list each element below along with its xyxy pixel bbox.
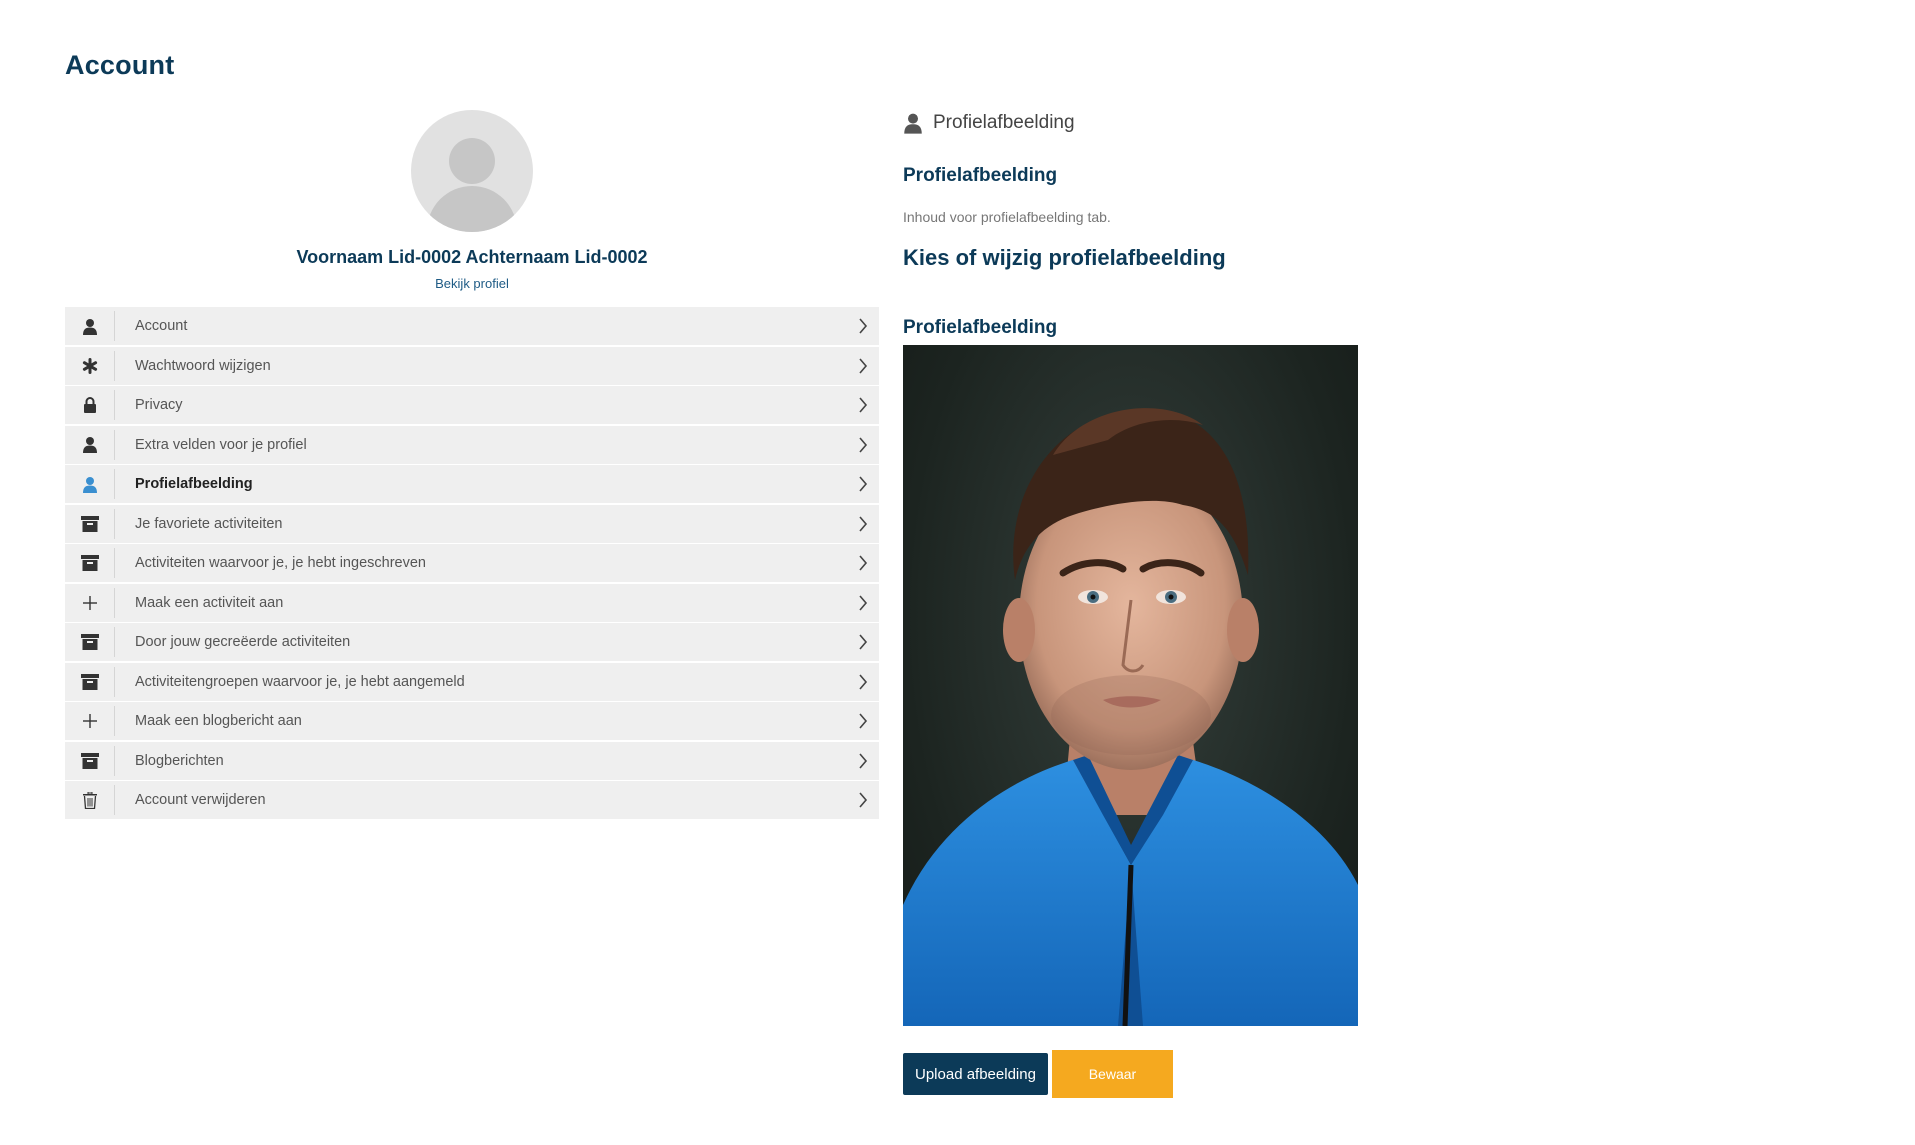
menu-item-change-password[interactable]: Wachtwoord wijzigen bbox=[65, 346, 879, 385]
chevron-right-icon bbox=[859, 713, 868, 729]
upload-picture-button[interactable]: Upload afbeelding bbox=[903, 1053, 1048, 1095]
menu-item-create-blogpost[interactable]: Maak een blogbericht aan bbox=[65, 702, 879, 740]
menu-item-delete-account[interactable]: Account verwijderen bbox=[65, 781, 879, 819]
menu-item-label: Door jouw gecreëerde activiteiten bbox=[135, 634, 351, 650]
menu-item-label: Account verwijderen bbox=[135, 792, 266, 808]
lock-icon bbox=[83, 397, 96, 413]
menu-item-label: Maak een activiteit aan bbox=[135, 594, 284, 611]
menu-item-favorite-activities[interactable]: Je favoriete activiteiten bbox=[65, 504, 879, 543]
picture-label: Profielafbeelding bbox=[903, 317, 1058, 338]
chevron-right-icon bbox=[859, 397, 868, 413]
plus-icon bbox=[82, 714, 97, 728]
archive-icon bbox=[80, 673, 99, 690]
menu-item-create-activity[interactable]: Maak een activiteit aan bbox=[65, 583, 879, 622]
menu-item-privacy[interactable]: Privacy bbox=[65, 386, 879, 424]
section-title: Profielafbeelding bbox=[933, 112, 1075, 133]
chevron-right-icon bbox=[859, 318, 868, 334]
archive-icon bbox=[80, 752, 99, 769]
menu-item-label: Extra velden voor je profiel bbox=[135, 436, 307, 453]
profile-picture-panel: Profielafbeelding Profielafbeelding Inho… bbox=[903, 112, 1403, 1026]
menu-item-label: Activiteitengroepen waarvoor je, je hebt… bbox=[135, 673, 465, 690]
section-header: Profielafbeelding bbox=[903, 112, 1403, 134]
portrait-illustration bbox=[903, 408, 1358, 1026]
chevron-right-icon bbox=[859, 357, 868, 374]
menu-item-created-activities[interactable]: Door jouw gecreëerde activiteiten bbox=[65, 623, 879, 661]
menu-item-account[interactable]: Account bbox=[65, 307, 879, 345]
account-menu: Account Wachtwoord wijzigen Privacy Extr… bbox=[65, 307, 879, 819]
chevron-right-icon bbox=[859, 594, 868, 611]
menu-item-blogposts[interactable]: Blogberichten bbox=[65, 741, 879, 780]
menu-item-label: Privacy bbox=[135, 397, 183, 413]
user-icon bbox=[82, 318, 97, 335]
menu-item-label: Maak een blogbericht aan bbox=[135, 713, 302, 729]
avatar bbox=[411, 110, 533, 232]
chevron-right-icon bbox=[859, 555, 868, 571]
picture-actions: Upload afbeelding Bewaar bbox=[903, 1050, 1173, 1098]
sub-title: Profielafbeelding bbox=[903, 165, 1058, 186]
chevron-right-icon bbox=[859, 752, 868, 769]
chevron-right-icon bbox=[859, 673, 868, 690]
archive-icon bbox=[80, 515, 99, 532]
menu-item-activity-groups[interactable]: Activiteitengroepen waarvoor je, je hebt… bbox=[65, 662, 879, 701]
menu-item-label: Wachtwoord wijzigen bbox=[135, 357, 271, 374]
archive-icon bbox=[80, 634, 99, 650]
menu-item-registered-activities[interactable]: Activiteiten waarvoor je, je hebt ingesc… bbox=[65, 544, 879, 582]
sub-text: Inhoud voor profielafbeelding tab. bbox=[903, 209, 1111, 225]
menu-item-profile-picture[interactable]: Profielafbeelding bbox=[65, 465, 879, 503]
plus-icon bbox=[82, 595, 97, 610]
user-icon bbox=[82, 437, 97, 453]
chevron-right-icon bbox=[859, 436, 868, 453]
profile-photo bbox=[903, 345, 1358, 1026]
save-button[interactable]: Bewaar bbox=[1051, 1050, 1173, 1098]
menu-item-label: Profielafbeelding bbox=[135, 476, 253, 492]
user-name: Voornaam Lid-0002 Achternaam Lid-0002 bbox=[296, 247, 648, 267]
menu-item-extra-fields[interactable]: Extra velden voor je profiel bbox=[65, 425, 879, 464]
menu-item-label: Activiteiten waarvoor je, je hebt ingesc… bbox=[135, 555, 426, 571]
page-title: Account bbox=[65, 50, 175, 80]
menu-item-label: Account bbox=[135, 318, 188, 334]
menu-item-label: Je favoriete activiteiten bbox=[135, 515, 283, 532]
account-sidebar: Voornaam Lid-0002 Achternaam Lid-0002 Be… bbox=[65, 110, 879, 821]
trash-icon bbox=[82, 791, 97, 809]
user-icon bbox=[82, 476, 97, 493]
chevron-right-icon bbox=[859, 515, 868, 532]
chevron-right-icon bbox=[859, 634, 868, 650]
menu-item-label: Blogberichten bbox=[135, 752, 224, 769]
user-icon bbox=[904, 113, 922, 134]
archive-icon bbox=[80, 555, 99, 571]
choose-picture-title: Kies of wijzig profielafbeelding bbox=[903, 245, 1226, 270]
chevron-right-icon bbox=[859, 476, 868, 492]
chevron-right-icon bbox=[859, 792, 868, 808]
asterisk-icon bbox=[82, 357, 97, 374]
view-profile-link[interactable]: Bekijk profiel bbox=[65, 276, 879, 291]
